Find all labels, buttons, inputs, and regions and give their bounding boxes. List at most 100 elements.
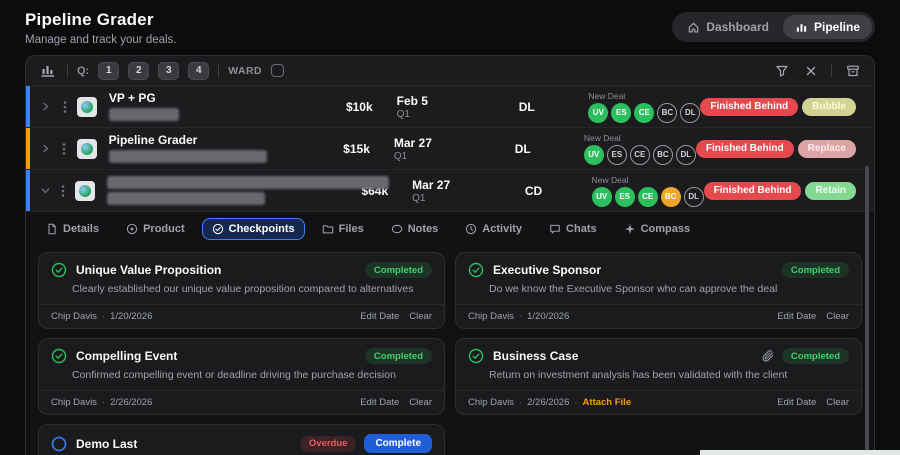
card-header-right: Overdue Complete <box>299 434 432 454</box>
tab-label: Files <box>338 223 364 235</box>
row-menu-icon[interactable] <box>58 142 71 156</box>
pipeline-button[interactable]: Pipeline <box>782 15 872 39</box>
deal-row[interactable]: $64k Mar 27 Q1 CD New Deal UV ES CE BC D… <box>26 170 874 212</box>
redacted-text <box>106 192 265 205</box>
card-header-right: Completed <box>364 348 432 365</box>
completed-date: 1/20/2026 <box>527 311 570 323</box>
checkpoint-badge-dl: DL <box>683 186 704 207</box>
toolbar-right-group <box>773 62 862 80</box>
checkpoint-description: Return on investment analysis has been v… <box>489 369 788 382</box>
checkpoint-description: Confirmed compelling event or deadline d… <box>72 369 396 382</box>
attach-file-link[interactable]: Attach File <box>583 397 632 408</box>
quarter-3-button[interactable]: 3 <box>158 61 180 80</box>
deal-stage: CD <box>524 183 543 198</box>
completed-date: 2/26/2026 <box>110 397 153 409</box>
checkpoint-circles: UV ES CE BC DL <box>591 186 704 207</box>
deal-type-label: New Deal <box>583 132 621 143</box>
clock-icon <box>465 223 477 235</box>
card-header-right: Completed <box>364 262 432 278</box>
tab-label: Details <box>63 223 100 235</box>
checkpoint-title: Executive Sponsor <box>493 263 602 277</box>
expand-chevron-icon[interactable] <box>40 101 58 112</box>
tab-files[interactable]: Files <box>312 218 374 240</box>
tab-notes[interactable]: Notes <box>381 218 449 240</box>
separator: · <box>101 397 106 409</box>
scrollbar-thumb[interactable] <box>865 166 869 454</box>
tab-checkpoints[interactable]: Checkpoints <box>201 218 305 240</box>
quarter-1-button[interactable]: 1 <box>98 61 120 80</box>
tab-product[interactable]: Product <box>116 218 195 240</box>
edit-date-link[interactable]: Edit Date <box>777 311 816 322</box>
product-icon <box>126 223 138 235</box>
tab-chats[interactable]: Chats <box>539 218 607 240</box>
edit-date-link[interactable]: Edit Date <box>360 397 399 408</box>
page-title: Pipeline Grader <box>25 10 154 29</box>
clear-link[interactable]: Clear <box>826 397 849 408</box>
deal-row[interactable]: VP + PG $10k Feb 5 Q1 DL New Deal UV ES … <box>26 86 874 128</box>
priority-stripe <box>26 128 30 169</box>
status-pill-bubble: Bubble <box>802 97 857 116</box>
archive-button[interactable] <box>844 62 862 80</box>
pipeline-toolbar: Q: 1 2 3 4 WARD <box>26 56 874 86</box>
deal-app-icon <box>76 96 97 117</box>
card-footer-actions: Edit Date Clear <box>777 397 849 408</box>
page-header: Pipeline Grader Manage and track your de… <box>0 0 900 46</box>
clear-link[interactable]: Clear <box>409 397 432 408</box>
dashboard-label: Dashboard <box>706 20 769 34</box>
close-icon <box>805 65 817 77</box>
folder-icon <box>322 223 334 235</box>
quarter-label: Q: <box>77 64 90 77</box>
card-header: Unique Value Proposition Completed <box>39 253 444 280</box>
note-bubble-icon <box>391 223 403 235</box>
deal-row[interactable]: Pipeline Grader $15k Mar 27 Q1 DL New De… <box>26 128 874 170</box>
tab-activity[interactable]: Activity <box>455 218 532 240</box>
checkpoint-card: Demo Last Overdue Complete Our demo was … <box>38 424 445 455</box>
card-footer: Chip Davis · 1/20/2026 Edit Date Clear <box>39 304 444 328</box>
status-pills: Finished Behind Replace <box>695 139 856 158</box>
card-header: Compelling Event Completed <box>39 339 444 366</box>
deal-app-icon <box>76 138 97 159</box>
detail-tabs: Details Product Checkpoints Files Notes … <box>26 212 874 246</box>
deal-date-cell: Feb 5 Q1 <box>397 94 473 120</box>
checkpoint-card: Compelling Event Completed Confirmed com… <box>38 338 445 416</box>
clear-filters-button[interactable] <box>803 63 819 79</box>
toolbar-divider <box>67 63 68 78</box>
tab-details[interactable]: Details <box>36 218 109 240</box>
checkpoint-badge-uv: UV <box>583 144 604 165</box>
chart-view-toggle[interactable] <box>38 61 58 80</box>
collapse-chevron-icon[interactable] <box>40 185 57 196</box>
edit-date-link[interactable]: Edit Date <box>777 397 816 408</box>
owner-name: Chip Davis <box>468 397 514 409</box>
checkpoint-badge-ce: CE <box>637 186 658 207</box>
card-header-right: Completed <box>762 348 849 365</box>
redacted-text <box>108 150 267 164</box>
dashboard-button[interactable]: Dashboard <box>675 15 781 39</box>
card-footer-actions: Edit Date Clear <box>360 397 432 408</box>
quarter-4-button[interactable]: 4 <box>188 61 210 80</box>
quarter-2-button[interactable]: 2 <box>128 61 150 80</box>
deal-date: Mar 27 <box>412 177 451 192</box>
row-menu-icon[interactable] <box>58 100 71 114</box>
pipeline-label: Pipeline <box>813 20 860 34</box>
row-menu-icon[interactable] <box>57 184 69 198</box>
checkpoint-description: Do we know the Executive Sponsor who can… <box>489 283 778 295</box>
paperclip-icon[interactable] <box>762 350 774 362</box>
complete-button[interactable]: Complete <box>364 434 432 454</box>
filter-button[interactable] <box>773 62 791 80</box>
tab-compass[interactable]: Compass <box>614 218 701 240</box>
expand-chevron-icon[interactable] <box>40 143 58 154</box>
window-edge <box>700 450 900 455</box>
redacted-text <box>108 108 179 122</box>
card-header: Demo Last Overdue Complete <box>39 425 444 455</box>
deal-stage: DL <box>518 99 535 114</box>
deal-value: $10k <box>345 99 373 114</box>
clear-link[interactable]: Clear <box>826 311 849 322</box>
pipeline-panel: Q: 1 2 3 4 WARD VP + PG $10k Feb 5 Q1 DL… <box>25 55 875 455</box>
edit-date-link[interactable]: Edit Date <box>360 311 399 322</box>
deal-date: Feb 5 <box>396 93 428 108</box>
ward-checkbox[interactable] <box>270 64 284 77</box>
checkpoint-circles: UV ES CE BC DL <box>588 102 701 123</box>
clear-link[interactable]: Clear <box>409 311 432 322</box>
separator: · <box>518 397 523 409</box>
completed-date: 2/26/2026 <box>527 397 570 409</box>
